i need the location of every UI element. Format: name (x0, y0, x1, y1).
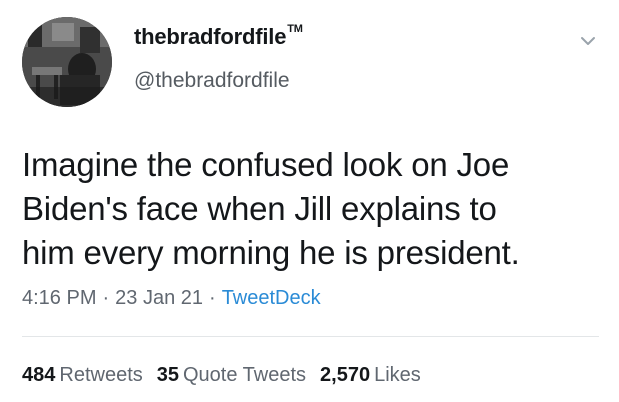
retweets-label: Retweets (59, 364, 143, 386)
likes-label: Likes (374, 364, 421, 386)
retweets-count: 484 (22, 364, 56, 386)
tweet-text-line: Imagine the confused look on Joe (22, 146, 510, 183)
likes-count: 2,570 (320, 364, 371, 386)
engagement-stats: 484 Retweets 35 Quote Tweets 2,570 Likes (22, 364, 435, 387)
user-handle[interactable]: @thebradfordfile (134, 69, 290, 93)
display-name[interactable]: thebradfordfileTM (134, 22, 303, 50)
tweet-text: Imagine the confused look on Joe Biden's… (22, 143, 612, 275)
tweet-card: thebradfordfileTM @thebradfordfile Imagi… (0, 0, 619, 402)
display-name-text: thebradfordfile (134, 24, 287, 49)
divider (22, 336, 599, 337)
meta-separator: · (209, 287, 216, 309)
chevron-down-icon (581, 37, 595, 45)
meta-separator: · (102, 287, 110, 309)
tweet-source-link[interactable]: TweetDeck (222, 287, 321, 309)
tweet-text-line: Biden's face when Jill explains to (22, 190, 497, 227)
tweet-text-line: him every morning he is president. (22, 234, 520, 271)
tweet-time[interactable]: 4:16 PM (22, 287, 96, 309)
profile-photo-icon (22, 17, 112, 107)
avatar[interactable] (22, 17, 112, 107)
quote-tweets-stat[interactable]: 35 Quote Tweets (157, 364, 306, 387)
tweet-meta: 4:16 PM · 23 Jan 21 · TweetDeck (22, 287, 321, 310)
likes-stat[interactable]: 2,570 Likes (320, 364, 421, 387)
quote-tweets-label: Quote Tweets (183, 364, 307, 386)
retweets-stat[interactable]: 484 Retweets (22, 364, 143, 387)
more-menu-button[interactable] (577, 30, 599, 52)
trademark-mark: TM (287, 22, 303, 35)
tweet-date[interactable]: 23 Jan 21 (115, 287, 203, 309)
quote-tweets-count: 35 (156, 364, 179, 386)
